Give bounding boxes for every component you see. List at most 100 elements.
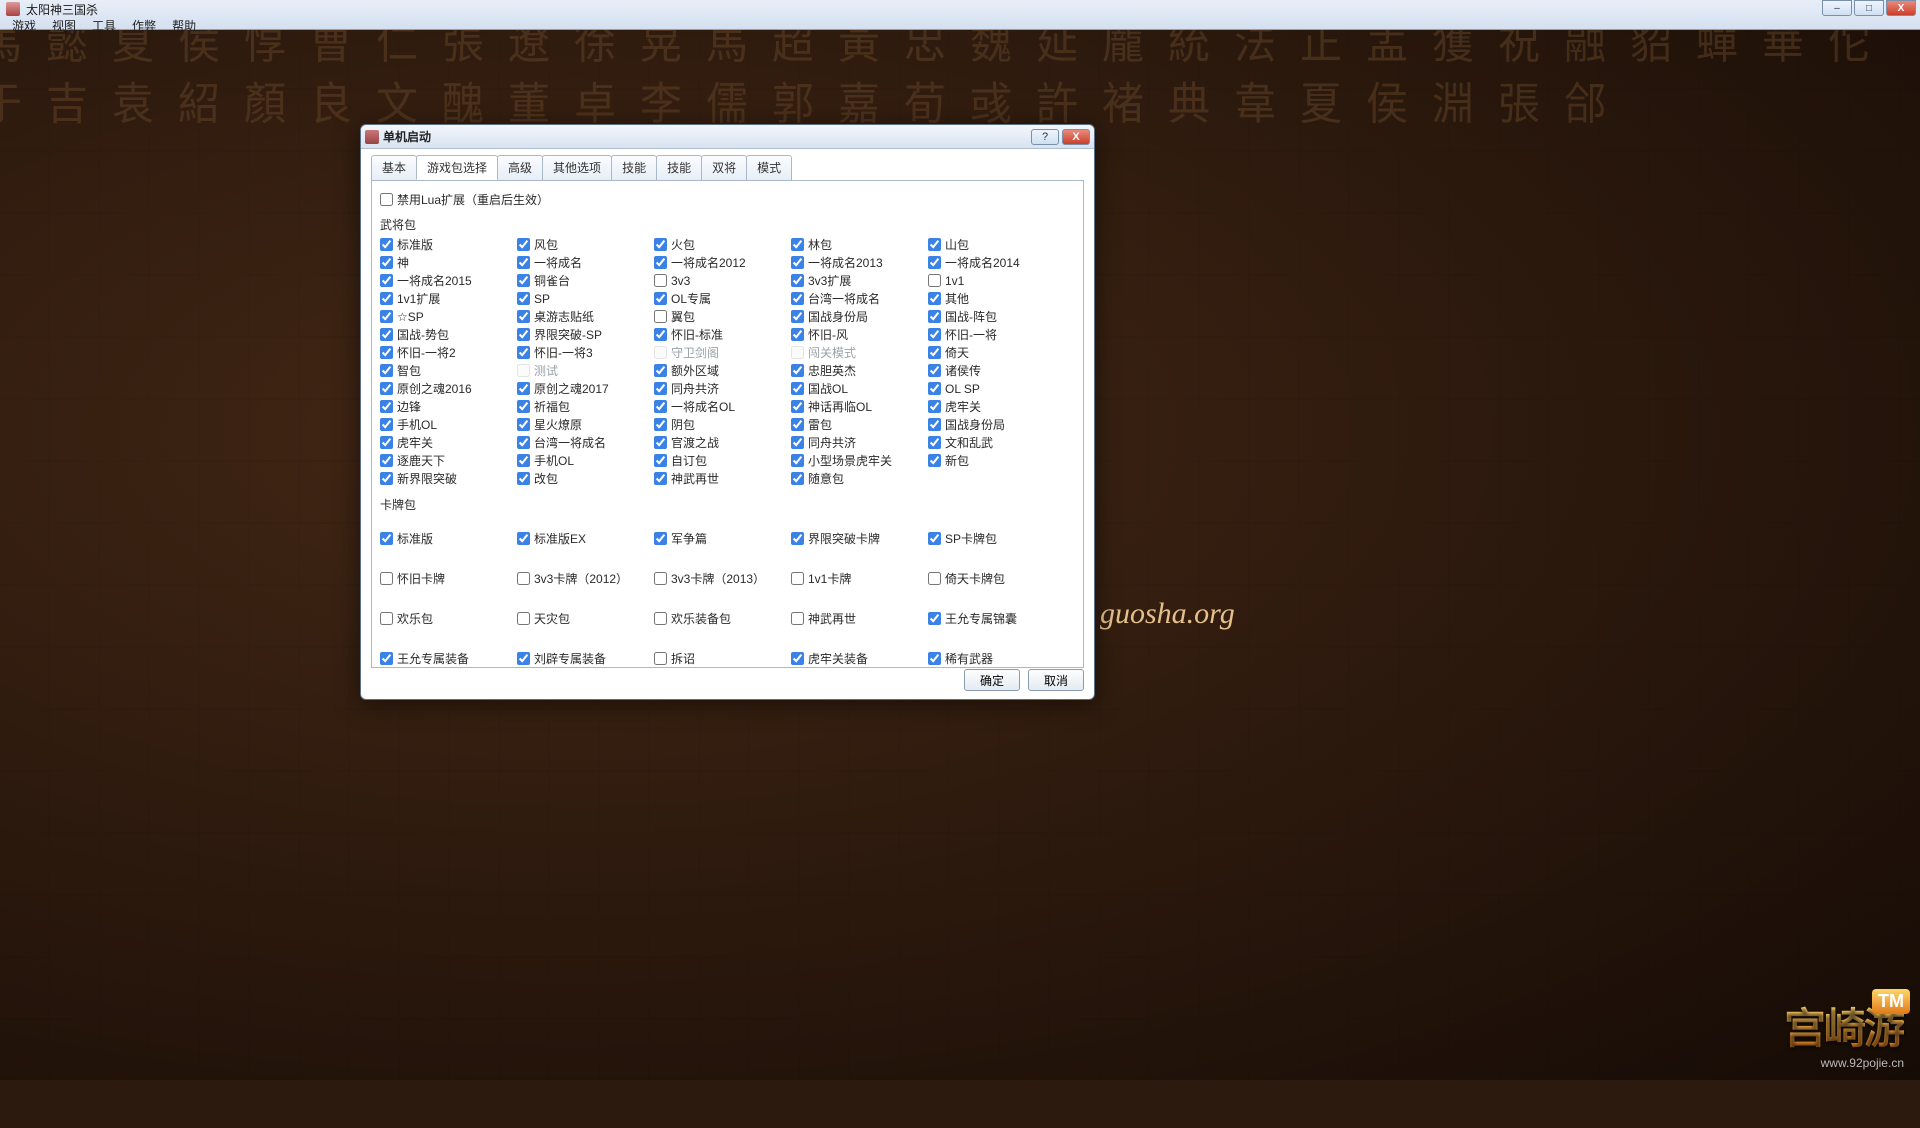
general-pack-checkbox[interactable] [791, 292, 804, 305]
card-pack-checkbox[interactable] [928, 612, 941, 625]
general-pack-checkbox[interactable] [380, 292, 393, 305]
general-pack-checkbox[interactable] [928, 400, 941, 413]
general-pack-checkbox[interactable] [654, 472, 667, 485]
general-pack-checkbox[interactable] [791, 238, 804, 251]
card-pack-checkbox[interactable] [928, 532, 941, 545]
card-pack-checkbox[interactable] [517, 572, 530, 585]
general-pack-checkbox[interactable] [380, 256, 393, 269]
general-pack-checkbox[interactable] [654, 328, 667, 341]
general-pack-checkbox[interactable] [928, 274, 941, 287]
general-pack-checkbox[interactable] [791, 436, 804, 449]
tab-6[interactable]: 双将 [701, 155, 747, 180]
general-pack-checkbox[interactable] [791, 472, 804, 485]
general-pack-checkbox[interactable] [928, 436, 941, 449]
menu-item-0[interactable]: 游戏 [4, 17, 44, 34]
card-pack-checkbox[interactable] [791, 572, 804, 585]
general-pack-checkbox[interactable] [654, 238, 667, 251]
general-pack-checkbox[interactable] [517, 274, 530, 287]
general-pack-checkbox[interactable] [517, 328, 530, 341]
general-pack-checkbox[interactable] [517, 454, 530, 467]
general-pack-checkbox[interactable] [654, 400, 667, 413]
tab-2[interactable]: 高级 [497, 155, 543, 180]
general-pack-checkbox[interactable] [791, 274, 804, 287]
general-pack-checkbox[interactable] [380, 418, 393, 431]
tab-4[interactable]: 技能 [611, 155, 657, 180]
general-pack-checkbox[interactable] [654, 418, 667, 431]
general-pack-checkbox[interactable] [791, 256, 804, 269]
general-pack-checkbox[interactable] [654, 310, 667, 323]
general-pack-checkbox[interactable] [517, 292, 530, 305]
general-pack-checkbox[interactable] [928, 382, 941, 395]
dialog-help-button[interactable]: ? [1031, 129, 1059, 145]
menu-item-4[interactable]: 帮助 [164, 17, 204, 34]
main-minimize-button[interactable]: – [1822, 0, 1852, 16]
general-pack-checkbox[interactable] [791, 310, 804, 323]
general-pack-checkbox[interactable] [517, 418, 530, 431]
general-pack-checkbox[interactable] [791, 364, 804, 377]
card-pack-checkbox[interactable] [791, 532, 804, 545]
card-pack-checkbox[interactable] [380, 532, 393, 545]
general-pack-checkbox[interactable] [654, 436, 667, 449]
main-maximize-button[interactable]: □ [1854, 0, 1884, 16]
general-pack-checkbox[interactable] [380, 436, 393, 449]
general-pack-checkbox[interactable] [517, 238, 530, 251]
general-pack-checkbox[interactable] [654, 364, 667, 377]
general-pack-checkbox[interactable] [380, 310, 393, 323]
menu-item-3[interactable]: 作弊 [124, 17, 164, 34]
ok-button[interactable]: 确定 [964, 669, 1020, 691]
cancel-button[interactable]: 取消 [1028, 669, 1084, 691]
tab-3[interactable]: 其他选项 [542, 155, 612, 180]
general-pack-checkbox[interactable] [928, 328, 941, 341]
general-pack-checkbox[interactable] [380, 328, 393, 341]
general-pack-checkbox[interactable] [517, 256, 530, 269]
general-pack-checkbox[interactable] [517, 382, 530, 395]
card-pack-checkbox[interactable] [654, 652, 667, 665]
general-pack-checkbox[interactable] [928, 292, 941, 305]
general-pack-checkbox[interactable] [928, 454, 941, 467]
tab-5[interactable]: 技能 [656, 155, 702, 180]
general-pack-checkbox[interactable] [654, 292, 667, 305]
card-pack-checkbox[interactable] [517, 532, 530, 545]
general-pack-checkbox[interactable] [380, 238, 393, 251]
general-pack-checkbox[interactable] [928, 346, 941, 359]
card-pack-checkbox[interactable] [928, 652, 941, 665]
general-pack-checkbox[interactable] [791, 454, 804, 467]
general-pack-checkbox[interactable] [517, 436, 530, 449]
general-pack-checkbox[interactable] [654, 382, 667, 395]
menu-item-1[interactable]: 视图 [44, 17, 84, 34]
card-pack-checkbox[interactable] [380, 652, 393, 665]
general-pack-checkbox[interactable] [654, 274, 667, 287]
general-pack-checkbox[interactable] [791, 328, 804, 341]
general-pack-checkbox[interactable] [928, 238, 941, 251]
card-pack-checkbox[interactable] [654, 572, 667, 585]
card-pack-checkbox[interactable] [928, 572, 941, 585]
general-pack-checkbox[interactable] [517, 310, 530, 323]
card-pack-checkbox[interactable] [791, 652, 804, 665]
general-pack-checkbox[interactable] [791, 400, 804, 413]
general-pack-checkbox[interactable] [380, 454, 393, 467]
tab-0[interactable]: 基本 [371, 155, 417, 180]
general-pack-checkbox[interactable] [928, 418, 941, 431]
card-pack-checkbox[interactable] [517, 612, 530, 625]
dialog-close-button[interactable]: X [1062, 129, 1090, 145]
general-pack-checkbox[interactable] [928, 364, 941, 377]
general-pack-checkbox[interactable] [380, 364, 393, 377]
general-pack-checkbox[interactable] [928, 256, 941, 269]
general-pack-checkbox[interactable] [380, 274, 393, 287]
general-pack-checkbox[interactable] [654, 454, 667, 467]
tab-7[interactable]: 模式 [746, 155, 792, 180]
card-pack-checkbox[interactable] [654, 532, 667, 545]
dialog-titlebar[interactable]: 单机启动 ? X [361, 125, 1094, 149]
general-pack-checkbox[interactable] [928, 310, 941, 323]
general-pack-checkbox[interactable] [380, 400, 393, 413]
menu-item-2[interactable]: 工具 [84, 17, 124, 34]
tab-1[interactable]: 游戏包选择 [416, 155, 498, 180]
general-pack-checkbox[interactable] [791, 418, 804, 431]
general-pack-checkbox[interactable] [380, 472, 393, 485]
general-pack-checkbox[interactable] [517, 400, 530, 413]
card-pack-checkbox[interactable] [380, 612, 393, 625]
general-pack-checkbox[interactable] [791, 382, 804, 395]
disable-lua-checkbox[interactable] [380, 193, 393, 206]
general-pack-checkbox[interactable] [654, 256, 667, 269]
card-pack-checkbox[interactable] [654, 612, 667, 625]
